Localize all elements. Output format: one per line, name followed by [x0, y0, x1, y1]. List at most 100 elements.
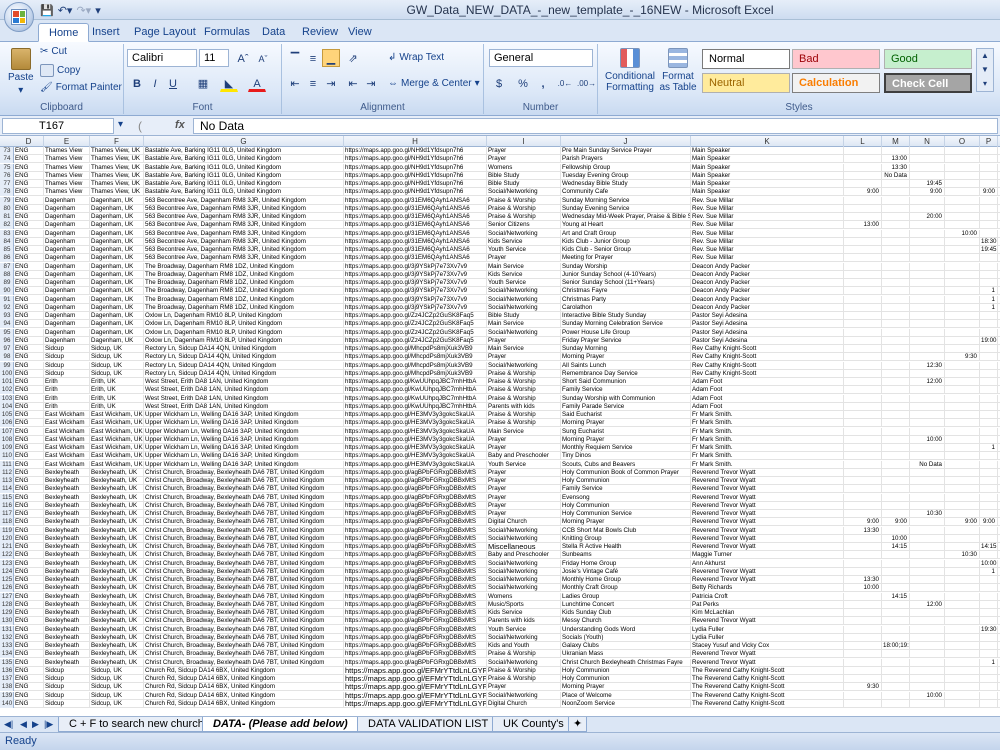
- cell[interactable]: [945, 510, 980, 518]
- cell[interactable]: ENG: [14, 699, 44, 708]
- cell[interactable]: Community Cafe: [561, 188, 691, 197]
- cell[interactable]: Oxlow Ln, Dagenham RM10 8LP, United King…: [144, 336, 344, 345]
- cell[interactable]: Bexleyheath: [44, 501, 90, 510]
- cell[interactable]: 13:30: [882, 163, 910, 172]
- cell[interactable]: [844, 650, 882, 659]
- cell[interactable]: [945, 213, 980, 221]
- cell[interactable]: ENG: [14, 254, 44, 263]
- cell[interactable]: [945, 625, 980, 634]
- row-header[interactable]: 82: [0, 221, 14, 230]
- cell[interactable]: [910, 642, 945, 650]
- cell[interactable]: Main Service: [487, 262, 561, 271]
- cell[interactable]: No Data: [910, 460, 945, 469]
- cell[interactable]: https://maps.app.goo.gl/HE3MV3y3gokcSkaU…: [344, 460, 487, 469]
- cell[interactable]: ENG: [14, 336, 44, 345]
- cell[interactable]: [980, 328, 998, 337]
- name-box-dropdown-icon[interactable]: ▾: [118, 119, 123, 130]
- align-left-icon[interactable]: ⇤: [286, 74, 304, 92]
- orientation-icon[interactable]: ⇗: [344, 49, 362, 67]
- cell[interactable]: https://maps.app.goo.gl/3j9YSkPj7e73Xv7v…: [344, 262, 487, 271]
- cell[interactable]: [844, 353, 882, 362]
- row-header[interactable]: 91: [0, 295, 14, 304]
- cell[interactable]: Dagenham: [44, 229, 90, 238]
- cell[interactable]: [945, 567, 980, 576]
- cell[interactable]: https://maps.app.goo.gl/HE3MV3y3gokcSkaU…: [344, 411, 487, 419]
- cell[interactable]: [882, 633, 910, 642]
- cell[interactable]: [910, 279, 945, 287]
- cell[interactable]: [910, 485, 945, 494]
- cell[interactable]: Dagenham, UK: [90, 279, 144, 287]
- cell[interactable]: Erith, UK: [90, 402, 144, 411]
- cell[interactable]: [844, 163, 882, 172]
- cell[interactable]: [945, 188, 980, 197]
- cell[interactable]: [882, 353, 910, 362]
- cell[interactable]: Bexleyheath: [44, 468, 90, 477]
- cell[interactable]: [882, 468, 910, 477]
- cell[interactable]: [945, 147, 980, 155]
- cell[interactable]: 1: [980, 287, 998, 296]
- cell[interactable]: [844, 691, 882, 700]
- row-header[interactable]: 128: [0, 600, 14, 609]
- cell[interactable]: Main Service: [487, 345, 561, 353]
- cell[interactable]: [910, 609, 945, 617]
- cell[interactable]: Bexleyheath, UK: [90, 584, 144, 593]
- cell[interactable]: [844, 477, 882, 485]
- cell[interactable]: Prayer: [487, 477, 561, 485]
- cell[interactable]: Bexleyheath, UK: [90, 518, 144, 527]
- cell[interactable]: [882, 336, 910, 345]
- worksheet-grid[interactable]: DEFGHIJKLMNOP 73 ENG Thames View Thames Vie…: [0, 136, 1000, 716]
- cell[interactable]: [844, 633, 882, 642]
- cell[interactable]: Messy Church: [561, 617, 691, 626]
- cell[interactable]: Womens: [487, 163, 561, 172]
- cell[interactable]: Rev. Sue Millar: [691, 246, 844, 254]
- cell[interactable]: Social/Networking: [487, 691, 561, 700]
- cell[interactable]: Sidcup, UK: [90, 691, 144, 700]
- cell[interactable]: https://maps.app.goo.gl/HE3MV3y3gokcSkaU…: [344, 444, 487, 452]
- row-header[interactable]: 86: [0, 254, 14, 263]
- cell[interactable]: https://maps.app.goo.gl/agBPbFGRxgDBBxMt…: [344, 559, 487, 568]
- cell[interactable]: Upper Wickham Ln, Welling DA16 3AP, Unit…: [144, 411, 344, 419]
- cell[interactable]: [910, 444, 945, 452]
- cell[interactable]: Christ Church, Broadway, Bexleyheath DA6…: [144, 510, 344, 518]
- cell[interactable]: Prayer: [487, 353, 561, 362]
- cell[interactable]: Sidcup: [44, 353, 90, 362]
- cell[interactable]: [910, 369, 945, 378]
- cell[interactable]: Stella R Active Health: [561, 543, 691, 551]
- cell[interactable]: [945, 303, 980, 312]
- cell[interactable]: https://maps.app.goo.gl/MhcpdPs8mjXuk3VB…: [344, 345, 487, 353]
- cell[interactable]: Kids Service: [487, 270, 561, 279]
- cell[interactable]: [945, 444, 980, 452]
- cell[interactable]: [910, 171, 945, 180]
- row-header[interactable]: 118: [0, 518, 14, 527]
- cell[interactable]: Dagenham, UK: [90, 287, 144, 296]
- cell[interactable]: https://maps.app.goo.gl/3j9YSkPj7e73Xv7v…: [344, 295, 487, 304]
- cell[interactable]: 13:30: [844, 526, 882, 535]
- cell[interactable]: Dagenham: [44, 270, 90, 279]
- cell[interactable]: Bexleyheath, UK: [90, 658, 144, 667]
- cell[interactable]: https://maps.app.goo.gl/31EM6QAyh1ANSA6: [344, 246, 487, 254]
- cell[interactable]: Social/Networking: [487, 576, 561, 584]
- cell[interactable]: Sidcup: [44, 369, 90, 378]
- cell[interactable]: Youth Service: [487, 625, 561, 634]
- row-header[interactable]: 108: [0, 435, 14, 444]
- cell[interactable]: [844, 435, 882, 444]
- cell[interactable]: Praise & Worship: [487, 386, 561, 395]
- cell[interactable]: https://maps.app.goo.gl/NH9d1Yfdsupn7h6: [344, 188, 487, 197]
- cell[interactable]: https://maps.app.goo.gl/agBPbFGRxgDBBxMt…: [344, 625, 487, 634]
- cell[interactable]: West Street, Erith DA8 1AN, United Kingd…: [144, 386, 344, 395]
- cell[interactable]: [945, 691, 980, 700]
- cell[interactable]: Dagenham: [44, 221, 90, 230]
- cell[interactable]: [945, 369, 980, 378]
- cell[interactable]: Place of Welcome: [561, 691, 691, 700]
- cell[interactable]: Fr Mark Smith.: [691, 435, 844, 444]
- cell[interactable]: 13:00: [844, 221, 882, 230]
- cell[interactable]: [945, 600, 980, 609]
- cell[interactable]: 563 Becontree Ave, Dagenham RM8 3JR, Uni…: [144, 213, 344, 221]
- cell[interactable]: [945, 699, 980, 708]
- cell[interactable]: Fr Mark Smith.: [691, 444, 844, 452]
- row-header[interactable]: 134: [0, 650, 14, 659]
- cell[interactable]: [882, 584, 910, 593]
- cell[interactable]: ENG: [14, 633, 44, 642]
- cell[interactable]: Main Speaker: [691, 188, 844, 197]
- cell[interactable]: [980, 617, 998, 626]
